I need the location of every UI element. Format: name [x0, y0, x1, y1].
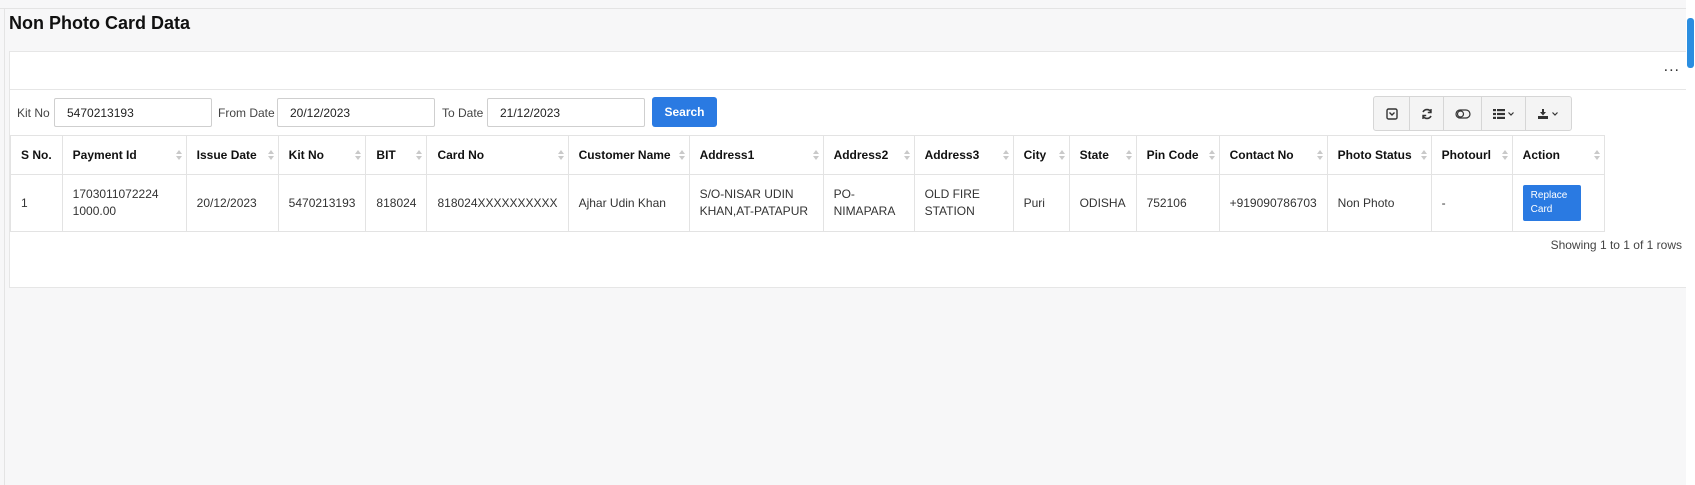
- left-divider: [4, 9, 5, 485]
- columns-toggle-icon[interactable]: [1444, 97, 1482, 130]
- sort-icon: [1002, 150, 1009, 160]
- table-row: 1 1703011072224 1000.00 20/12/2023 547021…: [10, 174, 1605, 232]
- cell-address2: PO- NIMAPARA: [822, 174, 915, 232]
- cell-card-no: 818024XXXXXXXXXX: [426, 174, 569, 232]
- cell-bit: 818024: [365, 174, 428, 232]
- scrollbar-thumb[interactable]: [1687, 18, 1694, 68]
- column-header[interactable]: Contact No: [1218, 135, 1328, 175]
- column-header[interactable]: Card No: [426, 135, 569, 175]
- replace-card-button[interactable]: Replace Card: [1522, 185, 1581, 221]
- cell-issue-date: 20/12/2023: [185, 174, 279, 232]
- column-header[interactable]: Pin Code: [1135, 135, 1220, 175]
- list-columns-icon[interactable]: [1482, 97, 1526, 130]
- vertical-scrollbar[interactable]: [1686, 0, 1695, 485]
- table-header-row: S No. Payment Id Issue Date Kit No BIT C…: [10, 135, 1605, 175]
- sort-icon: [1058, 150, 1065, 160]
- sort-icon: [355, 150, 362, 160]
- search-button[interactable]: Search: [652, 97, 717, 127]
- column-header[interactable]: Customer Name: [567, 135, 690, 175]
- sort-icon: [1593, 150, 1600, 160]
- column-header[interactable]: Photourl: [1430, 135, 1513, 175]
- top-divider: [0, 8, 1695, 9]
- sort-icon: [678, 150, 685, 160]
- data-table: S No. Payment Id Issue Date Kit No BIT C…: [10, 135, 1605, 232]
- cell-photourl: -: [1430, 174, 1513, 232]
- column-header[interactable]: Action: [1511, 135, 1605, 175]
- sort-icon: [267, 150, 274, 160]
- filter-bar: Kit No : From Date : To Date : Search: [10, 89, 1690, 135]
- column-header[interactable]: Photo Status: [1326, 135, 1432, 175]
- sort-icon: [1125, 150, 1132, 160]
- sort-icon: [1208, 150, 1215, 160]
- sort-icon: [175, 150, 182, 160]
- to-date-input[interactable]: [487, 98, 645, 127]
- kit-no-input[interactable]: [54, 98, 212, 127]
- from-date-input[interactable]: [277, 98, 435, 127]
- card-header: ...: [10, 52, 1688, 90]
- column-header[interactable]: Kit No: [277, 135, 367, 175]
- column-header[interactable]: Address1: [688, 135, 824, 175]
- data-card: ... Kit No : From Date : To Date : Searc…: [9, 51, 1689, 288]
- table-toolbar: [1373, 96, 1572, 131]
- cell-photo-status: Non Photo: [1326, 174, 1432, 232]
- column-header[interactable]: State: [1068, 135, 1137, 175]
- from-date-label: From Date :: [218, 106, 282, 120]
- sort-icon: [1420, 150, 1427, 160]
- column-header[interactable]: BIT: [365, 135, 428, 175]
- pagination-summary: Showing 1 to 1 of 1 rows: [1550, 238, 1682, 252]
- sort-icon: [1501, 150, 1508, 160]
- sort-icon: [416, 150, 423, 160]
- cell-address3: OLD FIRE STATION: [913, 174, 1014, 232]
- cell-s-no: 1: [10, 174, 63, 232]
- cell-action: Replace Card: [1511, 174, 1605, 232]
- column-header[interactable]: City: [1012, 135, 1070, 175]
- cell-pin-code: 752106: [1135, 174, 1220, 232]
- cell-address1: S/O-NISAR UDIN KHAN,AT-PATAPUR: [688, 174, 824, 232]
- sort-icon: [1316, 150, 1323, 160]
- cell-customer-name: Ajhar Udin Khan: [567, 174, 690, 232]
- cell-payment-id: 1703011072224 1000.00: [61, 174, 187, 232]
- sort-icon: [812, 150, 819, 160]
- toggle-icon[interactable]: [1374, 97, 1410, 130]
- cell-city: Puri: [1012, 174, 1070, 232]
- sort-icon: [903, 150, 910, 160]
- sort-icon: [557, 150, 564, 160]
- cell-state: ODISHA: [1068, 174, 1137, 232]
- refresh-icon[interactable]: [1410, 97, 1444, 130]
- column-header[interactable]: S No.: [10, 135, 63, 175]
- cell-kit-no: 5470213193: [277, 174, 367, 232]
- column-header[interactable]: Payment Id: [61, 135, 187, 175]
- column-header[interactable]: Address3: [913, 135, 1014, 175]
- kit-no-label: Kit No :: [17, 106, 57, 120]
- column-header[interactable]: Address2: [822, 135, 915, 175]
- page-title: Non Photo Card Data: [9, 13, 191, 33]
- to-date-label: To Date :: [442, 106, 491, 120]
- column-header[interactable]: Issue Date: [185, 135, 279, 175]
- cell-contact-no: +919090786703: [1218, 174, 1328, 232]
- more-menu[interactable]: ...: [1664, 59, 1680, 75]
- export-icon[interactable]: [1526, 97, 1571, 130]
